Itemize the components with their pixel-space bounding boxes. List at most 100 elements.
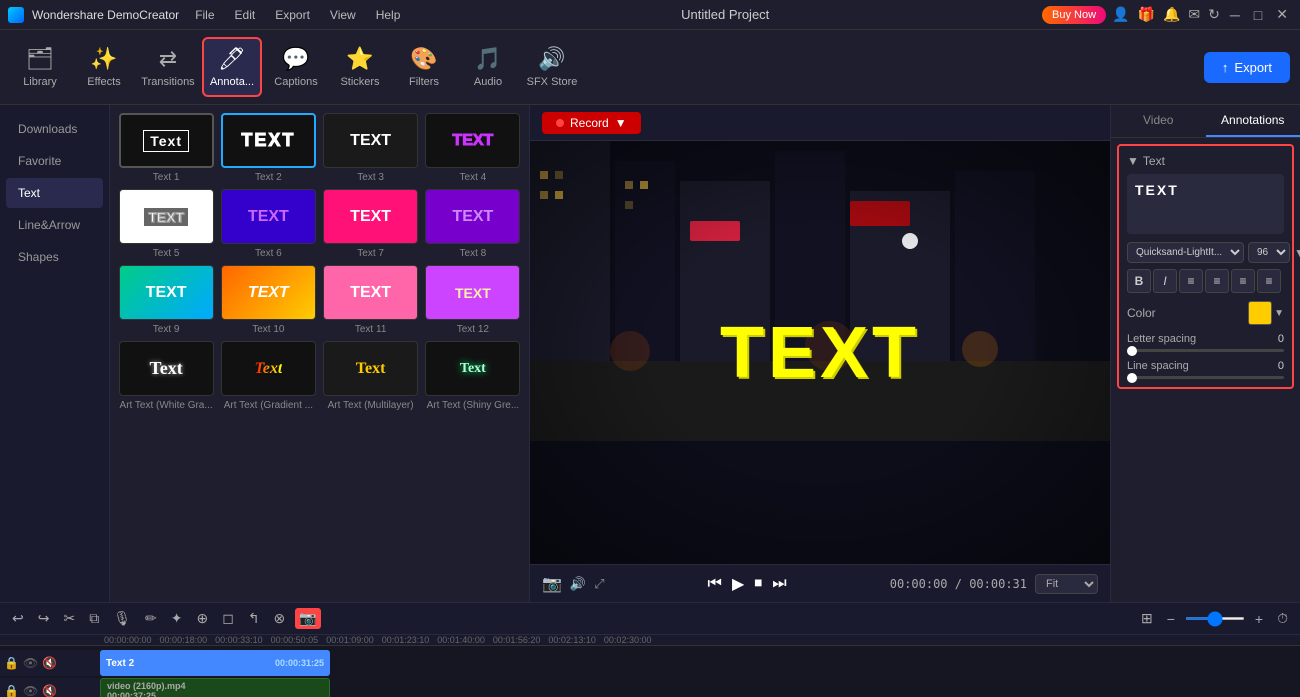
text-item-art1[interactable]: Text Art Text (White Gra...	[118, 341, 214, 411]
bell-icon[interactable]: 🔔	[1163, 6, 1180, 23]
font-size-select[interactable]: 96	[1248, 242, 1290, 263]
menu-edit[interactable]: Edit	[227, 6, 264, 24]
text-item-8[interactable]: TEXT Text 8	[425, 189, 521, 259]
menu-help[interactable]: Help	[368, 6, 409, 24]
tl-copy[interactable]: ⧉	[85, 608, 103, 629]
text-item-9[interactable]: TEXT Text 9	[118, 265, 214, 335]
text-item-2[interactable]: TEXT Text 2	[220, 113, 316, 183]
text-item-3[interactable]: TEXT Text 3	[323, 113, 419, 183]
message-icon[interactable]: ✉	[1188, 6, 1200, 23]
text-item-art3[interactable]: Text Art Text (Multilayer)	[323, 341, 419, 411]
tl-rect[interactable]: ◻	[218, 608, 238, 629]
text-item-4[interactable]: TEXT Text 4	[425, 113, 521, 183]
toolbar-captions[interactable]: 💬 Captions	[266, 37, 326, 97]
menu-file[interactable]: File	[187, 6, 222, 24]
sidebar-item-downloads[interactable]: Downloads	[6, 114, 103, 144]
tl-undo[interactable]: ↩	[8, 608, 28, 629]
export-button[interactable]: ↑ Export	[1204, 52, 1290, 83]
tl-zoom-in[interactable]: +	[1251, 609, 1267, 629]
user-icon[interactable]: 👤	[1112, 6, 1129, 23]
record-button[interactable]: Record ▼	[542, 112, 641, 134]
tl-time[interactable]: ⏱	[1273, 608, 1292, 629]
sidebar-item-text[interactable]: Text	[6, 178, 103, 208]
toolbar-effects[interactable]: ✨ Effects	[74, 37, 134, 97]
tl-pen[interactable]: ✏	[141, 608, 161, 629]
text-item-10[interactable]: TEXT Text 10	[220, 265, 316, 335]
text-item-12[interactable]: TEXT Text 12	[425, 265, 521, 335]
tl-grid[interactable]: ⊞	[1137, 608, 1157, 629]
video-track-mute-icon[interactable]: 🔇	[42, 684, 57, 697]
tl-mic[interactable]: 🎙	[109, 608, 135, 629]
video-clip[interactable]: video (2160p).mp4 00:00:37:25	[100, 678, 330, 697]
toolbar-filters[interactable]: 🎨 Filters	[394, 37, 454, 97]
text-item-art3-label: Art Text (Multilayer)	[328, 400, 414, 411]
text-item-7[interactable]: TEXT Text 7	[323, 189, 419, 259]
toolbar-annotations[interactable]: 🖊 Annota...	[202, 37, 262, 97]
tl-photo[interactable]: 📷	[295, 608, 320, 629]
close-button[interactable]: ✕	[1272, 6, 1292, 23]
tl-star[interactable]: ✦	[167, 608, 187, 629]
text-item-5[interactable]: TEXT Text 5	[118, 189, 214, 259]
italic-button[interactable]: I	[1153, 269, 1177, 293]
text-item-6[interactable]: TEXT Text 6	[220, 189, 316, 259]
text-preview-5: TEXT	[119, 189, 214, 244]
track-lock-icon[interactable]: 🔒	[4, 656, 19, 670]
rewind-button[interactable]: ⏮	[708, 575, 722, 593]
menu-view[interactable]: View	[322, 6, 364, 24]
fit-select[interactable]: Fit 100% 50%	[1035, 574, 1098, 594]
color-chevron-icon[interactable]: ▼	[1274, 308, 1284, 319]
track-mute-icon[interactable]: 🔇	[42, 656, 57, 670]
toolbar-sfx[interactable]: 🔊 SFX Store	[522, 37, 582, 97]
menu-export[interactable]: Export	[267, 6, 318, 24]
align-center-button[interactable]: ≡	[1205, 269, 1229, 293]
stop-button[interactable]: ⏹	[754, 575, 762, 593]
line-spacing-slider[interactable]	[1127, 376, 1284, 379]
toolbar-stickers[interactable]: ⭐ Stickers	[330, 37, 390, 97]
sidebar-item-favorite[interactable]: Favorite	[6, 146, 103, 176]
text-item-art4-label: Art Text (Shiny Gre...	[427, 400, 520, 411]
volume-icon[interactable]: 🔊	[570, 576, 586, 592]
text-preview-7: TEXT	[323, 189, 418, 244]
refresh-icon[interactable]: ↻	[1208, 6, 1220, 23]
tl-delete[interactable]: ⊗	[270, 608, 290, 629]
toolbar-library[interactable]: 🗂 Library	[10, 37, 70, 97]
tl-zoom-out[interactable]: −	[1163, 609, 1179, 629]
track-eye-icon[interactable]: 👁	[23, 656, 38, 670]
toolbar-audio[interactable]: 🎵 Audio	[458, 37, 518, 97]
tl-split[interactable]: ⊕	[192, 608, 212, 629]
align-right-button[interactable]: ≡	[1231, 269, 1255, 293]
color-swatch[interactable]	[1248, 301, 1272, 325]
zoom-slider[interactable]	[1185, 617, 1245, 620]
sidebar-item-shapes[interactable]: Shapes	[6, 242, 103, 272]
record-chevron: ▼	[615, 116, 627, 130]
toolbar-transitions[interactable]: ⇄ Transitions	[138, 37, 198, 97]
video-track-lock-icon[interactable]: 🔒	[4, 684, 19, 697]
tl-redo[interactable]: ↪	[34, 608, 54, 629]
tab-annotations[interactable]: Annotations	[1206, 105, 1300, 137]
bold-button[interactable]: B	[1127, 269, 1151, 293]
tl-cut[interactable]: ✂	[59, 608, 79, 629]
buy-now-button[interactable]: Buy Now	[1042, 6, 1106, 24]
font-select[interactable]: Quicksand-LightIt...	[1127, 242, 1244, 263]
forward-button[interactable]: ⏭	[772, 575, 786, 593]
gift-icon[interactable]: 🎁	[1138, 6, 1155, 23]
font-size-chevron[interactable]: ▼	[1294, 246, 1300, 260]
maximize-button[interactable]: □	[1250, 7, 1266, 23]
justify-button[interactable]: ≡	[1257, 269, 1281, 293]
sidebar-item-linearrow[interactable]: Line&Arrow	[6, 210, 103, 240]
tl-back[interactable]: ↰	[244, 608, 264, 629]
align-left-button[interactable]: ≡	[1179, 269, 1203, 293]
text-item-art4[interactable]: Text Art Text (Shiny Gre...	[425, 341, 521, 411]
text-item-1[interactable]: Text Text 1	[118, 113, 214, 183]
resize-icon[interactable]: ⤢	[594, 576, 604, 592]
camera-icon[interactable]: 📷	[542, 574, 562, 594]
text-item-art2[interactable]: Text Art Text (Gradient ...	[220, 341, 316, 411]
tab-video[interactable]: Video	[1111, 105, 1206, 137]
video-track-eye-icon[interactable]: 👁	[23, 684, 38, 697]
text-clip[interactable]: Text 2 00:00:31:25	[100, 650, 330, 676]
letter-spacing-slider[interactable]	[1127, 349, 1284, 352]
play-button[interactable]: ▶	[732, 574, 744, 594]
text-item-11[interactable]: TEXT Text 11	[323, 265, 419, 335]
text-content-area[interactable]: TEXT	[1127, 174, 1284, 234]
minimize-button[interactable]: ─	[1226, 7, 1244, 23]
